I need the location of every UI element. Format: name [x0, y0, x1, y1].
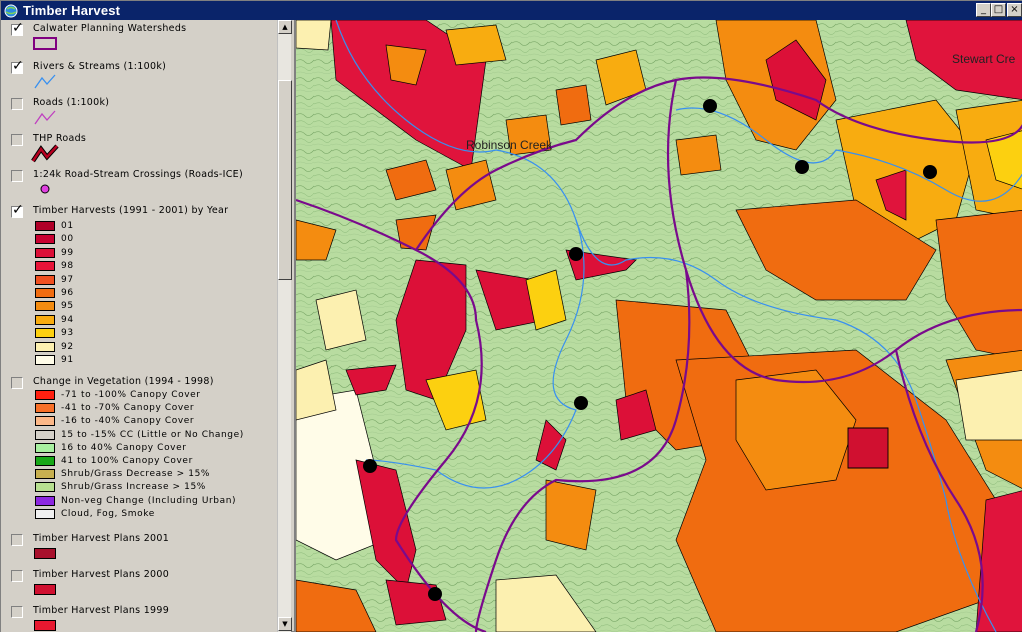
watershed-polygon-symbol	[33, 37, 57, 50]
legend-swatch	[35, 288, 55, 298]
legend-label: 97	[61, 274, 74, 285]
legend-swatch	[35, 456, 55, 466]
legend-label: 01	[61, 221, 74, 231]
legend-swatch	[35, 301, 55, 312]
legend-swatch	[35, 495, 55, 506]
layer-name: Timber Harvest Plans 1999	[33, 605, 170, 616]
legend-label: Cloud, Fog, Smoke	[61, 508, 155, 519]
layer-checkbox-vegetation[interactable]	[11, 377, 23, 389]
legend-label: 16 to 40% Canopy Cover	[61, 442, 187, 453]
layer-name: Timber Harvest Plans 2001	[33, 533, 170, 544]
legend-label: 91	[61, 355, 74, 365]
legend-label: 94	[61, 314, 74, 325]
legend-swatch	[35, 355, 55, 365]
legend-label: Shrub/Grass Decrease > 15%	[61, 469, 211, 480]
legend-swatch	[35, 234, 55, 245]
minimize-button[interactable]: _	[976, 3, 991, 17]
layer-checkbox-timber-harvests[interactable]: ✓	[11, 202, 24, 218]
thp-road-symbol	[31, 144, 59, 163]
legend-label: Shrub/Grass Increase > 15%	[61, 482, 206, 493]
layer-name: Rivers & Streams (1:100k)	[33, 61, 167, 72]
legend-swatch	[35, 416, 55, 427]
legend-label: 41 to 100% Canopy Cover	[61, 456, 193, 466]
legend-label: Non-veg Change (Including Urban)	[61, 495, 237, 506]
layer-checkbox-thp-2001[interactable]	[11, 534, 23, 546]
scroll-thumb[interactable]	[278, 80, 292, 280]
legend-label: 95	[61, 301, 74, 312]
layer-name: 1:24k Road-Stream Crossings (Roads-ICE)	[33, 169, 243, 180]
check-mark-icon: ✓	[12, 20, 24, 36]
application-window: Timber Harvest _ □ × ✓ Calwater Planning…	[0, 0, 1022, 632]
legend-label: -41 to -70% Canopy Cover	[61, 403, 195, 414]
thp-2001-swatch	[34, 548, 56, 559]
legend-swatch	[35, 261, 55, 272]
check-mark-icon: ✓	[12, 202, 24, 218]
legend-swatch	[35, 508, 55, 519]
legend-label: 96	[61, 288, 74, 298]
legend-swatch	[35, 328, 55, 339]
layer-checkbox-crossings[interactable]	[11, 170, 23, 182]
legend-swatch	[35, 247, 55, 258]
legend-swatch	[35, 314, 55, 325]
map-drawing	[296, 20, 1022, 632]
layer-checkbox-thp-roads[interactable]	[11, 134, 23, 146]
legend-swatch	[35, 469, 55, 480]
layer-name: Timber Harvest Plans 2000	[33, 569, 170, 580]
layer-name: Roads (1:100k)	[33, 97, 110, 108]
legend-swatch	[35, 482, 55, 493]
layer-checkbox-thp-1999[interactable]	[11, 606, 23, 618]
layer-checkbox-roads[interactable]	[11, 98, 23, 110]
legend-label: 00	[61, 234, 74, 245]
legend-label: 99	[61, 247, 74, 258]
legend-label: -16 to -40% Canopy Cover	[61, 416, 195, 427]
scroll-down-arrow-icon[interactable]: ▼	[278, 617, 292, 631]
check-mark-icon: ✓	[12, 58, 24, 74]
creek-label: Robinson Creek	[466, 138, 553, 152]
window-title: Timber Harvest	[23, 3, 121, 18]
legend-label: -71 to -100% Canopy Cover	[61, 390, 201, 400]
globe-icon	[4, 4, 18, 17]
title-bar[interactable]: Timber Harvest _ □ ×	[1, 1, 1022, 20]
thp-1999-swatch	[34, 620, 56, 631]
layer-name: Change in Vegetation (1994 - 1998)	[33, 376, 214, 387]
layer-legend-panel: ✓ Calwater Planning Watersheds ✓ Rivers …	[1, 20, 279, 632]
legend-swatch	[35, 429, 55, 440]
layer-name: THP Roads	[33, 133, 87, 144]
thp-2000-swatch	[34, 584, 56, 595]
layer-checkbox-rivers[interactable]: ✓	[11, 58, 24, 74]
stream-line-symbol	[34, 74, 56, 89]
legend-label: 98	[61, 261, 74, 272]
crossing-point-symbol	[40, 184, 50, 194]
legend-swatch	[35, 221, 55, 231]
legend-swatch	[35, 442, 55, 453]
layer-name: Calwater Planning Watersheds	[33, 23, 187, 34]
legend-swatch	[35, 390, 55, 400]
map-canvas[interactable]: Robinson Creek Stewart Cre	[294, 20, 1022, 632]
legend-swatch	[35, 274, 55, 285]
layer-checkbox-thp-2000[interactable]	[11, 570, 23, 582]
maximize-button[interactable]: □	[991, 3, 1006, 17]
scroll-up-arrow-icon[interactable]: ▲	[278, 20, 292, 34]
legend-label: 93	[61, 328, 74, 339]
legend-label: 15 to -15% CC (Little or No Change)	[61, 429, 244, 440]
legend-scrollbar[interactable]: ▲ ▼	[277, 20, 292, 632]
layer-name: Timber Harvests (1991 - 2001) by Year	[33, 205, 229, 216]
legend-swatch	[35, 341, 55, 352]
legend-label: 92	[61, 341, 74, 352]
corner-place-label: Stewart Cre	[952, 52, 1016, 66]
legend-swatch	[35, 403, 55, 414]
road-line-symbol	[34, 110, 56, 125]
close-button[interactable]: ×	[1007, 3, 1022, 17]
layer-checkbox-calwater[interactable]: ✓	[11, 20, 24, 36]
